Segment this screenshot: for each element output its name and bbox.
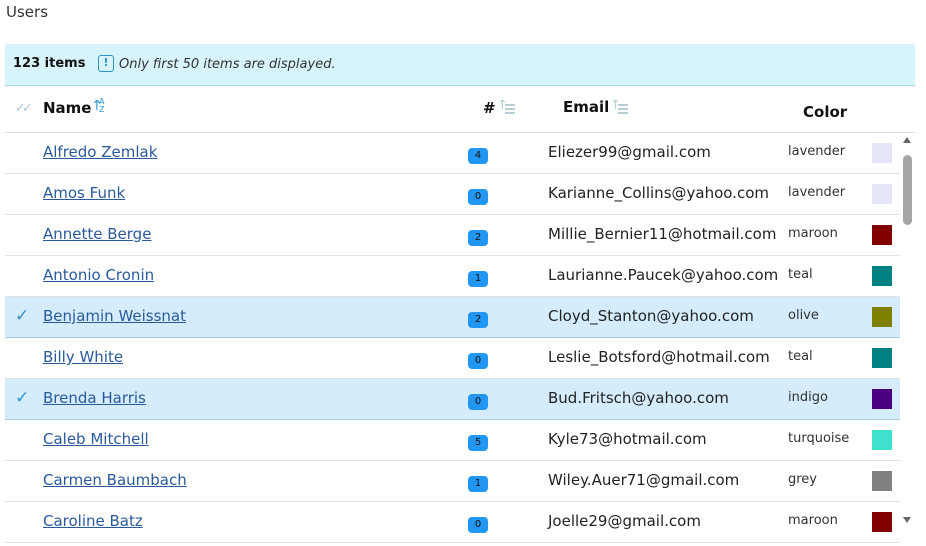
color-swatch (872, 389, 892, 409)
user-email: Cloyd_Stanton@yahoo.com (548, 307, 754, 325)
count-badge: 0 (468, 517, 488, 533)
user-email: Bud.Fritsch@yahoo.com (548, 389, 729, 407)
table-row[interactable]: ✓ Benjamin Weissnat 2 Cloyd_Stanton@yaho… (5, 297, 900, 338)
table-row[interactable]: Antonio Cronin 1 Laurianne.Paucek@yahoo.… (5, 256, 900, 297)
column-header-color: Color (803, 103, 848, 121)
user-name-link[interactable]: Caleb Mitchell (43, 430, 149, 448)
color-swatch (872, 225, 892, 245)
table-row[interactable]: Carmen Baumbach 1 Wiley.Auer71@gmail.com… (5, 461, 900, 502)
color-name: teal (788, 267, 813, 282)
table-row[interactable]: Caroline Batz 0 Joelle29@gmail.com maroo… (5, 502, 900, 543)
user-name-link[interactable]: Caroline Batz (43, 512, 143, 530)
info-icon: ! (98, 55, 114, 72)
user-email: Joelle29@gmail.com (548, 512, 701, 530)
color-swatch (872, 348, 892, 368)
table-header: ✓✓ Name ↑ A Z # ↑ Email ↑ Color (5, 86, 915, 133)
user-email: Leslie_Botsford@hotmail.com (548, 348, 770, 366)
user-email: Laurianne.Paucek@yahoo.com (548, 266, 779, 284)
scroll-down-arrow-icon[interactable] (903, 517, 911, 523)
count-badge: 2 (468, 312, 488, 328)
count-badge: 1 (468, 476, 488, 492)
color-name: maroon (788, 226, 838, 241)
color-swatch (872, 143, 892, 163)
table-row[interactable]: Alfredo Zemlak 4 Eliezer99@gmail.com lav… (5, 133, 900, 174)
table-row[interactable]: Amos Funk 0 Karianne_Collins@yahoo.com l… (5, 174, 900, 215)
color-name: olive (788, 308, 819, 323)
scrollbar-thumb[interactable] (903, 155, 912, 225)
row-check-icon[interactable]: ✓ (15, 388, 29, 408)
column-header-email[interactable]: Email (563, 98, 609, 116)
item-count: 123 items (13, 56, 86, 71)
color-swatch (872, 471, 892, 491)
user-email: Millie_Bernier11@hotmail.com (548, 225, 777, 243)
sort-icon[interactable]: ↑ (497, 98, 515, 116)
color-name: turquoise (788, 431, 850, 446)
user-name-link[interactable]: Benjamin Weissnat (43, 307, 186, 325)
row-check-icon[interactable]: ✓ (15, 306, 29, 326)
column-header-name[interactable]: Name (43, 99, 91, 117)
user-email: Karianne_Collins@yahoo.com (548, 184, 769, 202)
color-name: indigo (788, 390, 828, 405)
info-bar: 123 items ! Only first 50 items are disp… (5, 44, 915, 86)
user-name-link[interactable]: Alfredo Zemlak (43, 143, 157, 161)
count-badge: 5 (468, 435, 488, 451)
user-name-link[interactable]: Brenda Harris (43, 389, 146, 407)
vertical-scrollbar[interactable] (900, 133, 915, 546)
table-row[interactable]: Billy White 0 Leslie_Botsford@hotmail.co… (5, 338, 900, 379)
select-all-checkbox[interactable]: ✓✓ (15, 101, 33, 116)
sort-icon[interactable]: ↑ (610, 98, 628, 116)
color-swatch (872, 307, 892, 327)
table-body: Alfredo Zemlak 4 Eliezer99@gmail.com lav… (5, 133, 900, 546)
user-name-link[interactable]: Carmen Baumbach (43, 471, 187, 489)
count-badge: 4 (468, 148, 488, 164)
color-name: lavender (788, 144, 846, 159)
user-email: Kyle73@hotmail.com (548, 430, 707, 448)
count-badge: 0 (468, 189, 488, 205)
color-name: lavender (788, 185, 846, 200)
user-name-link[interactable]: Billy White (43, 348, 123, 366)
table-row[interactable]: Caleb Mitchell 5 Kyle73@hotmail.com turq… (5, 420, 900, 461)
display-limit-message: Only first 50 items are displayed. (119, 57, 336, 72)
color-name: grey (788, 472, 818, 487)
page-title: Users (6, 3, 49, 21)
count-badge: 2 (468, 230, 488, 246)
color-swatch (872, 430, 892, 450)
color-swatch (872, 184, 892, 204)
user-email: Wiley.Auer71@gmail.com (548, 471, 740, 489)
color-name: teal (788, 349, 813, 364)
color-swatch (872, 266, 892, 286)
table-row[interactable]: ✓ Brenda Harris 0 Bud.Fritsch@yahoo.com … (5, 379, 900, 420)
user-name-link[interactable]: Annette Berge (43, 225, 151, 243)
column-header-count[interactable]: # (483, 99, 496, 117)
color-name: maroon (788, 513, 838, 528)
count-badge: 0 (468, 353, 488, 369)
scroll-up-arrow-icon[interactable] (903, 137, 911, 143)
color-swatch (872, 512, 892, 532)
user-name-link[interactable]: Amos Funk (43, 184, 125, 202)
table-row[interactable]: Annette Berge 2 Millie_Bernier11@hotmail… (5, 215, 900, 256)
user-email: Eliezer99@gmail.com (548, 143, 711, 161)
count-badge: 1 (468, 271, 488, 287)
user-name-link[interactable]: Antonio Cronin (43, 266, 154, 284)
count-badge: 0 (468, 394, 488, 410)
